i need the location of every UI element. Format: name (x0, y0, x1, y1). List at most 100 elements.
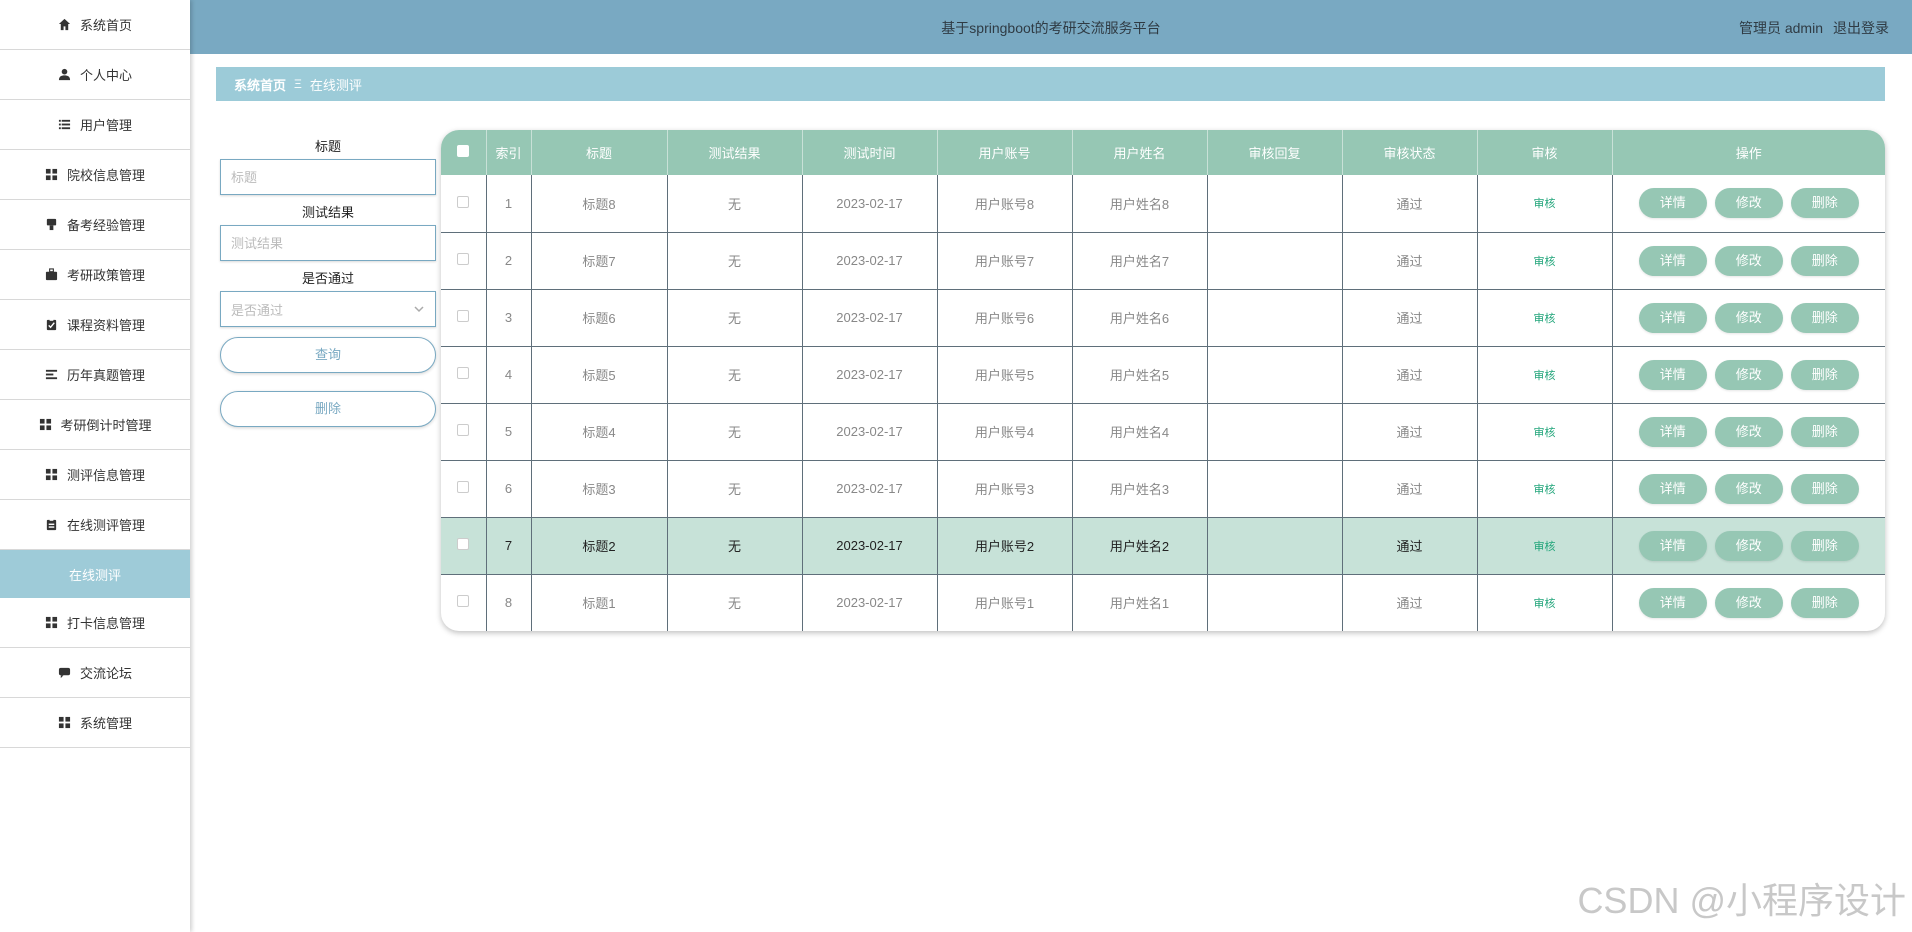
cell-time: 2023-02-17 (802, 232, 938, 290)
delete-button[interactable]: 删除 (1790, 473, 1859, 504)
delete-button[interactable]: 删除 (1790, 245, 1859, 276)
sidebar-item[interactable]: 备考经验管理 (0, 200, 190, 250)
sidebar-item[interactable]: 历年真题管理 (0, 350, 190, 400)
detail-button[interactable]: 详情 (1638, 587, 1707, 618)
detail-button[interactable]: 详情 (1638, 530, 1707, 561)
table-row[interactable]: 7 标题2 无 2023-02-17 用户账号2 用户姓名2 通过 审核 详情 修改 删除 (441, 517, 1885, 575)
sidebar-item-label: 在线测评 (68, 567, 121, 583)
delete-button[interactable]: 删除 (1790, 359, 1859, 390)
cell-status: 通过 (1342, 175, 1478, 233)
row-select-cell (441, 232, 487, 290)
breadcrumb-home[interactable]: 系统首页 (234, 75, 286, 94)
row-select-cell (441, 517, 487, 575)
table-row[interactable]: 6 标题3 无 2023-02-17 用户账号3 用户姓名3 通过 审核 详情 修改 删除 (441, 460, 1885, 518)
edit-button[interactable]: 修改 (1714, 359, 1783, 390)
batch-delete-button[interactable]: 删除 (220, 391, 436, 427)
sidebar-item[interactable]: 院校信息管理 (0, 150, 190, 200)
column-header: 操作 (1612, 130, 1885, 175)
sidebar-item[interactable]: 在线测评管理 (0, 500, 190, 550)
edit-button[interactable]: 修改 (1714, 530, 1783, 561)
edit-button[interactable]: 修改 (1714, 188, 1783, 219)
detail-button[interactable]: 详情 (1638, 188, 1707, 219)
audit-link[interactable]: 审核 (1534, 598, 1556, 610)
logout-link[interactable]: 退出登录 (1833, 18, 1889, 38)
audit-link[interactable]: 审核 (1534, 370, 1556, 382)
detail-button[interactable]: 详情 (1638, 473, 1707, 504)
sidebar-item[interactable]: 考研政策管理 (0, 250, 190, 300)
audit-link[interactable]: 审核 (1534, 541, 1556, 553)
sidebar-item-label: 用户管理 (79, 118, 132, 133)
edit-button[interactable]: 修改 (1714, 473, 1783, 504)
sidebar-item[interactable]: 测评信息管理 (0, 450, 190, 500)
row-checkbox[interactable] (457, 310, 470, 322)
table-row[interactable]: 1 标题8 无 2023-02-17 用户账号8 用户姓名8 通过 审核 详情 修改 删除 (441, 175, 1885, 233)
cell-actions: 详情 修改 删除 (1612, 460, 1885, 518)
sidebar-item-label: 院校信息管理 (66, 168, 145, 183)
cell-index: 3 (486, 289, 532, 347)
cell-account: 用户账号8 (937, 175, 1073, 233)
detail-button[interactable]: 详情 (1638, 245, 1707, 276)
audit-link[interactable]: 审核 (1534, 427, 1556, 439)
sidebar-item-label: 历年真题管理 (66, 368, 145, 383)
table-row[interactable]: 8 标题1 无 2023-02-17 用户账号1 用户姓名1 通过 审核 详情 修改 删除 (441, 574, 1885, 631)
sidebar-item[interactable]: 交流论坛 (0, 648, 190, 698)
table-row[interactable]: 5 标题4 无 2023-02-17 用户账号4 用户姓名4 通过 审核 详情 修改 删除 (441, 403, 1885, 461)
sidebar-item[interactable]: 考研倒计时管理 (0, 400, 190, 450)
audit-link[interactable]: 审核 (1534, 198, 1556, 210)
delete-button[interactable]: 删除 (1790, 416, 1859, 447)
app-title: 基于springboot的考研交流服务平台 (941, 20, 1161, 36)
pass-select-placeholder: 是否通过 (231, 302, 284, 318)
delete-button[interactable]: 删除 (1790, 302, 1859, 333)
delete-button[interactable]: 删除 (1790, 530, 1859, 561)
sidebar-item[interactable]: 系统管理 (0, 698, 190, 748)
row-checkbox[interactable] (457, 253, 470, 265)
sidebar-item[interactable]: 打卡信息管理 (0, 598, 190, 648)
cell-name: 用户姓名3 (1072, 460, 1208, 518)
sidebar-item-label: 个人中心 (79, 68, 132, 83)
delete-button[interactable]: 删除 (1790, 188, 1859, 219)
select-all-checkbox[interactable] (457, 145, 470, 157)
sidebar-item[interactable]: 课程资料管理 (0, 300, 190, 350)
sidebar-item[interactable]: 系统首页 (0, 0, 190, 50)
chat-icon (58, 666, 72, 680)
sidebar-item-label: 考研政策管理 (66, 268, 145, 283)
query-button[interactable]: 查询 (220, 337, 436, 373)
column-header: 用户姓名 (1072, 130, 1208, 175)
audit-link[interactable]: 审核 (1534, 313, 1556, 325)
table-row[interactable]: 4 标题5 无 2023-02-17 用户账号5 用户姓名5 通过 审核 详情 修改 删除 (441, 346, 1885, 404)
table-row[interactable]: 3 标题6 无 2023-02-17 用户账号6 用户姓名6 通过 审核 详情 修改 删除 (441, 289, 1885, 347)
row-checkbox[interactable] (457, 424, 470, 436)
detail-button[interactable]: 详情 (1638, 359, 1707, 390)
lines-icon (45, 368, 59, 382)
home-icon (58, 18, 72, 32)
row-checkbox[interactable] (457, 538, 470, 550)
audit-link[interactable]: 审核 (1534, 484, 1556, 496)
row-checkbox[interactable] (457, 367, 470, 379)
sidebar-item[interactable]: 个人中心 (0, 50, 190, 100)
row-checkbox[interactable] (457, 595, 470, 608)
column-header: 审核状态 (1342, 130, 1478, 175)
grid-icon (45, 616, 59, 630)
row-checkbox[interactable] (457, 481, 470, 493)
result-input[interactable] (220, 225, 436, 261)
detail-button[interactable]: 详情 (1638, 302, 1707, 333)
pass-select[interactable]: 是否通过 (220, 291, 436, 327)
edit-button[interactable]: 修改 (1714, 587, 1783, 618)
chevron-down-icon (414, 306, 424, 313)
cell-account: 用户账号6 (937, 289, 1073, 347)
detail-button[interactable]: 详情 (1638, 416, 1707, 447)
column-header: 审核回复 (1207, 130, 1343, 175)
table-row[interactable]: 2 标题7 无 2023-02-17 用户账号7 用户姓名7 通过 审核 详情 修改 删除 (441, 232, 1885, 290)
row-checkbox[interactable] (457, 195, 470, 208)
edit-button[interactable]: 修改 (1714, 302, 1783, 333)
cell-result: 无 (667, 175, 803, 233)
row-select-cell (441, 460, 487, 518)
delete-button[interactable]: 删除 (1790, 587, 1859, 618)
sidebar-item[interactable]: 用户管理 (0, 100, 190, 150)
sidebar-item-online-test[interactable]: 在线测评 (0, 550, 190, 598)
clipboard-icon (45, 518, 59, 532)
audit-link[interactable]: 审核 (1534, 256, 1556, 268)
title-input[interactable] (220, 159, 436, 195)
edit-button[interactable]: 修改 (1714, 416, 1783, 447)
edit-button[interactable]: 修改 (1714, 245, 1783, 276)
